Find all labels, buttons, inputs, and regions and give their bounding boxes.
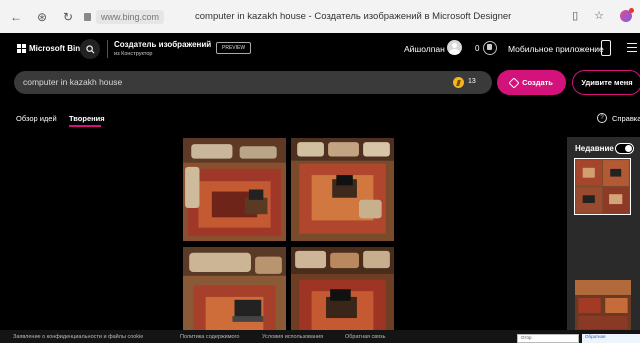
browser-toolbar: ← ⊛ ↻ www.bing.com computer in kazakh ho… [0,0,640,33]
extension-icon[interactable] [620,7,634,22]
help-icon[interactable]: ? [597,113,607,123]
feedback-link[interactable]: Обратная связь [345,334,386,340]
lock-icon [84,12,91,21]
refresh-icon[interactable]: ↻ [62,10,74,24]
rewards-icon[interactable] [483,41,497,55]
designer-title[interactable]: Создатель изображений [114,40,211,49]
thumbnail-scene [575,159,630,214]
tab-creations[interactable]: Творения [69,114,105,123]
avatar[interactable] [447,40,462,55]
boost-icon [453,77,464,88]
search-icon [85,44,94,53]
tracking-icon[interactable]: ⊛ [36,10,48,24]
feedback-button[interactable]: Обратная [582,334,640,343]
generated-image-4[interactable] [291,247,394,343]
search-button[interactable] [80,39,100,59]
recent-thumbnail[interactable] [574,158,631,215]
create-button[interactable]: Создать [497,70,566,95]
create-button-label: Создать [522,78,553,87]
rewards-count: 0 [475,44,480,53]
surprise-me-button[interactable]: Удивите меня [572,70,640,95]
generated-image-2[interactable] [291,138,394,241]
brand-link[interactable]: Microsoft Bing [29,44,85,53]
boost-count: 13 [468,78,476,85]
generated-image-3[interactable] [183,247,286,343]
preview-badge: PREVIEW [216,42,252,54]
privacy-link[interactable]: Заявление о конфиденциальности и файлы c… [13,334,143,340]
favorites-icon[interactable]: ☆ [594,9,604,22]
address-bar[interactable]: www.bing.com [84,9,165,24]
phone-icon[interactable] [601,40,611,56]
image-scene [183,247,286,343]
recent-toggle[interactable] [615,143,634,154]
page: ← ⊛ ↻ www.bing.com computer in kazakh ho… [0,0,640,343]
microsoft-logo-icon[interactable] [17,44,26,53]
browser-actions: ▯ ☆ [572,7,634,22]
back-icon[interactable]: ← [10,10,22,24]
reader-icon[interactable]: ▯ [572,9,578,22]
image-scene [291,247,394,343]
prompt-input-value: computer in kazakh house [23,77,123,87]
recent-title: Недавние [575,144,614,153]
recent-thumbnail-2[interactable] [575,280,631,330]
feedback-input[interactable]: Отпр [517,334,579,343]
image-scene [291,138,394,241]
generated-image-1[interactable] [183,138,286,241]
mobile-app-link[interactable]: Мобильное приложение [508,44,604,54]
header-divider [107,40,108,58]
designer-subtitle: из Конструктор [114,51,153,57]
wand-icon [508,76,520,89]
terms-link[interactable]: Условия использования [262,334,323,340]
tab-explore-ideas[interactable]: Обзор идей [16,114,57,123]
menu-icon[interactable] [627,43,637,52]
thumbnail-scene [575,280,631,330]
image-scene [183,138,286,241]
tab-title: computer in kazakh house - Создатель изо… [195,11,512,22]
browser-nav: ← ⊛ ↻ [0,10,74,24]
content-policy-link[interactable]: Политика содержимого [180,334,240,340]
username[interactable]: Айшолпан [404,44,445,54]
active-tab-indicator [69,125,101,127]
url-text: www.bing.com [96,9,165,24]
help-link[interactable]: Справка [612,114,640,123]
